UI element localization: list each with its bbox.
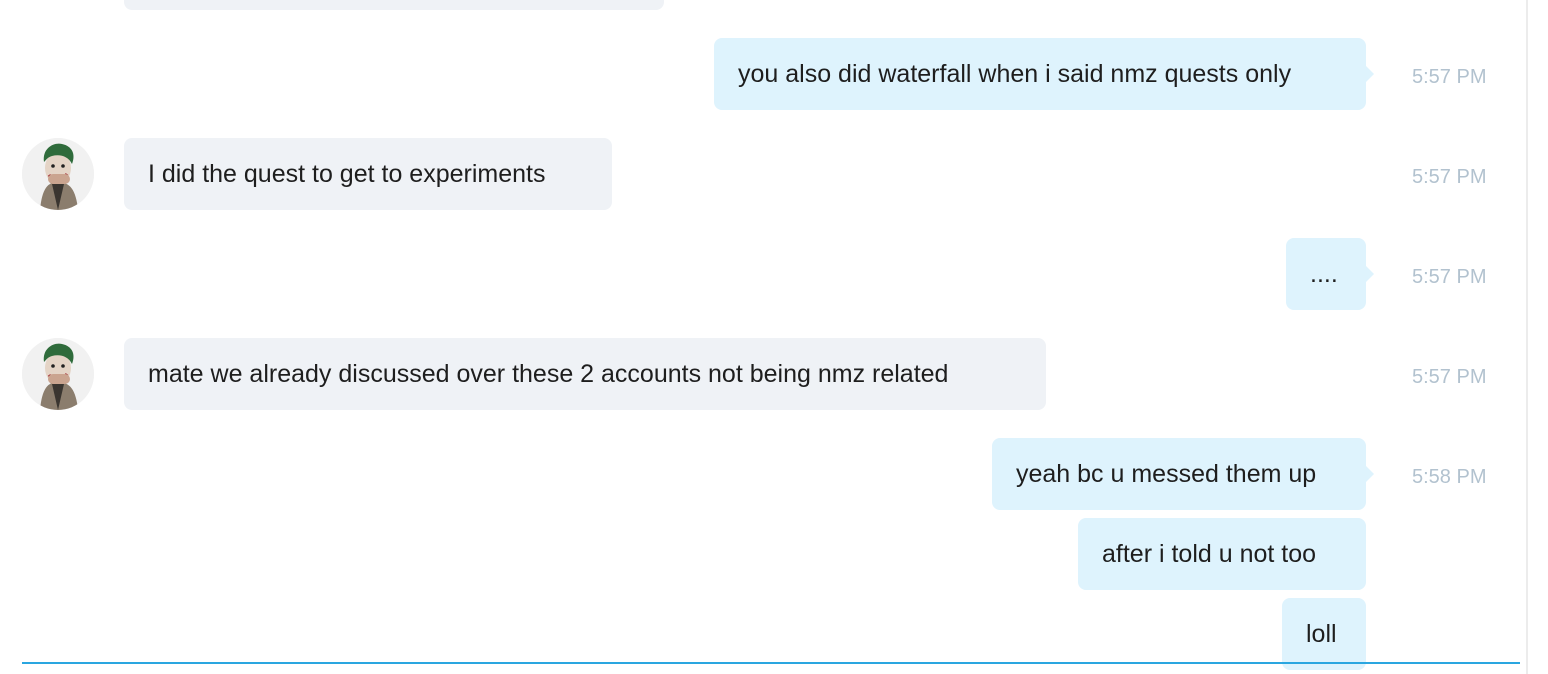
chat-message-list[interactable]: you also did waterfall when i said nmz q… [0, 0, 1548, 674]
message-bubble-outgoing[interactable]: yeah bc u messed them up [992, 438, 1374, 510]
message-timestamp: 5:58 PM [1412, 466, 1487, 488]
contact-avatar[interactable] [22, 338, 94, 410]
message-text: yeah bc u messed them up [1016, 460, 1317, 488]
message-text: loll [1306, 620, 1337, 648]
message-bubble-previous [124, 0, 664, 10]
composer-hint-partial [24, 668, 84, 674]
message-timestamp: 5:57 PM [1412, 166, 1487, 188]
message-bubble-outgoing[interactable]: .... [1286, 238, 1374, 310]
message-bubble-outgoing[interactable]: you also did waterfall when i said nmz q… [714, 38, 1374, 110]
joker-avatar-icon [22, 138, 94, 210]
message-text: after i told u not too [1102, 540, 1317, 568]
message-timestamp: 5:57 PM [1412, 66, 1487, 88]
message-timestamp: 5:57 PM [1412, 366, 1487, 388]
contact-avatar[interactable] [22, 138, 94, 210]
message-text: I did the quest to get to experiments [148, 160, 546, 188]
message-text: .... [1310, 260, 1338, 288]
composer-top-border [22, 662, 1520, 664]
joker-avatar-icon [22, 338, 94, 410]
message-text: mate we already discussed over these 2 a… [148, 360, 949, 388]
message-bubble-incoming[interactable]: mate we already discussed over these 2 a… [124, 338, 1046, 410]
message-timestamp: 5:57 PM [1412, 266, 1487, 288]
message-text: you also did waterfall when i said nmz q… [738, 60, 1292, 88]
message-bubble-incoming[interactable]: I did the quest to get to experiments [124, 138, 612, 210]
message-bubble-outgoing[interactable]: after i told u not too [1078, 518, 1366, 590]
message-bubble-outgoing[interactable]: loll [1282, 598, 1366, 670]
scrollbar-track[interactable] [1526, 0, 1528, 674]
